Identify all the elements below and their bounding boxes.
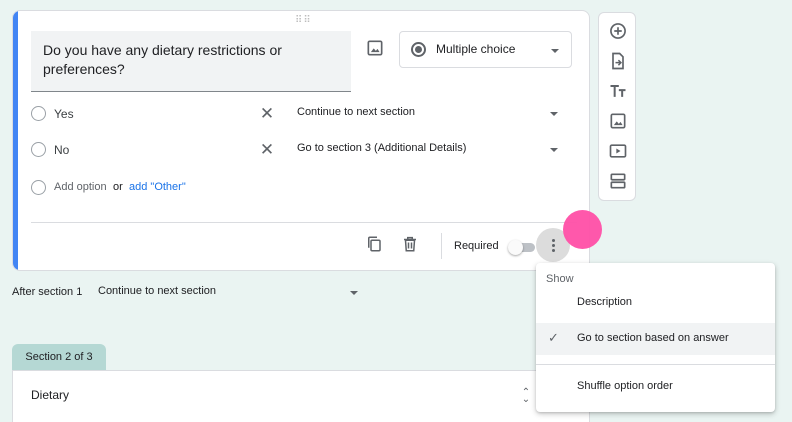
chevron-down-icon[interactable]	[550, 112, 558, 116]
or-text: or	[113, 181, 123, 193]
option-goto-dropdown[interactable]: Go to section 3 (Additional Details)	[297, 142, 466, 154]
chevron-down-icon[interactable]	[550, 148, 558, 152]
more-vert-icon	[552, 244, 555, 247]
menu-divider	[536, 364, 775, 365]
active-accent-bar	[13, 11, 18, 270]
check-icon: ✓	[548, 330, 559, 345]
required-toggle[interactable]	[508, 240, 535, 255]
menu-item-label: Go to section based on answer	[577, 332, 729, 344]
delete-icon[interactable]	[401, 235, 419, 253]
menu-item-label: Shuffle option order	[577, 380, 673, 392]
menu-item-description[interactable]: Description	[536, 287, 775, 319]
drag-handle-icon[interactable]: ⠿⠿	[295, 15, 312, 26]
add-question-icon[interactable]	[608, 21, 628, 41]
option-label[interactable]: Yes	[54, 107, 74, 121]
side-toolbar	[598, 12, 636, 201]
collapse-section-icon[interactable]: ⌃ ⌄	[521, 388, 531, 405]
chevron-down-icon[interactable]	[350, 291, 358, 295]
option-row: No ✕ Go to section 3 (Additional Details…	[31, 138, 571, 162]
question-title-input[interactable]: Do you have any dietary restrictions or …	[31, 31, 351, 92]
option-radio	[31, 142, 46, 157]
more-vert-icon	[552, 249, 555, 252]
import-questions-icon[interactable]	[608, 51, 628, 71]
option-label[interactable]: No	[54, 143, 69, 157]
after-section-dropdown[interactable]: Continue to next section	[98, 285, 216, 297]
section-title[interactable]: Dietary	[31, 388, 69, 402]
after-section-label: After section 1	[12, 286, 83, 298]
required-label: Required	[454, 240, 499, 252]
more-options-menu: Show Description ✓ Go to section based o…	[536, 263, 775, 412]
menu-header: Show	[546, 273, 574, 285]
add-image-icon[interactable]	[608, 111, 628, 131]
option-radio	[31, 180, 46, 195]
remove-option-icon[interactable]: ✕	[259, 138, 275, 162]
add-video-icon[interactable]	[608, 141, 628, 161]
question-type-label: Multiple choice	[436, 42, 516, 56]
radio-button-icon	[411, 42, 426, 57]
option-radio	[31, 106, 46, 121]
duplicate-icon[interactable]	[365, 235, 383, 253]
menu-item-shuffle[interactable]: Shuffle option order	[536, 371, 775, 403]
menu-item-label: Description	[577, 296, 633, 308]
toggle-thumb	[508, 240, 523, 255]
remove-option-icon[interactable]: ✕	[259, 102, 275, 126]
section-card[interactable]: Dietary ⌃ ⌄	[12, 370, 590, 422]
add-image-icon[interactable]	[365, 38, 385, 58]
option-row: Yes ✕ Continue to next section	[31, 102, 571, 126]
add-section-icon[interactable]	[608, 171, 628, 191]
option-goto-dropdown[interactable]: Continue to next section	[297, 106, 415, 118]
add-option-row: Add option or add "Other"	[31, 178, 331, 198]
cursor-highlight	[563, 210, 602, 249]
more-vert-icon	[552, 239, 555, 242]
question-type-dropdown[interactable]: Multiple choice	[399, 31, 572, 68]
menu-item-go-to-section[interactable]: ✓ Go to section based on answer	[536, 323, 775, 355]
footer-separator	[441, 233, 442, 259]
question-card[interactable]: ⠿⠿ Do you have any dietary restrictions …	[12, 10, 590, 271]
footer-divider	[31, 222, 577, 223]
chevron-down-icon	[551, 49, 559, 53]
add-other-link[interactable]: add "Other"	[129, 181, 186, 193]
add-option-link[interactable]: Add option	[54, 181, 107, 193]
add-title-icon[interactable]	[608, 81, 628, 101]
section-tab: Section 2 of 3	[12, 344, 106, 370]
